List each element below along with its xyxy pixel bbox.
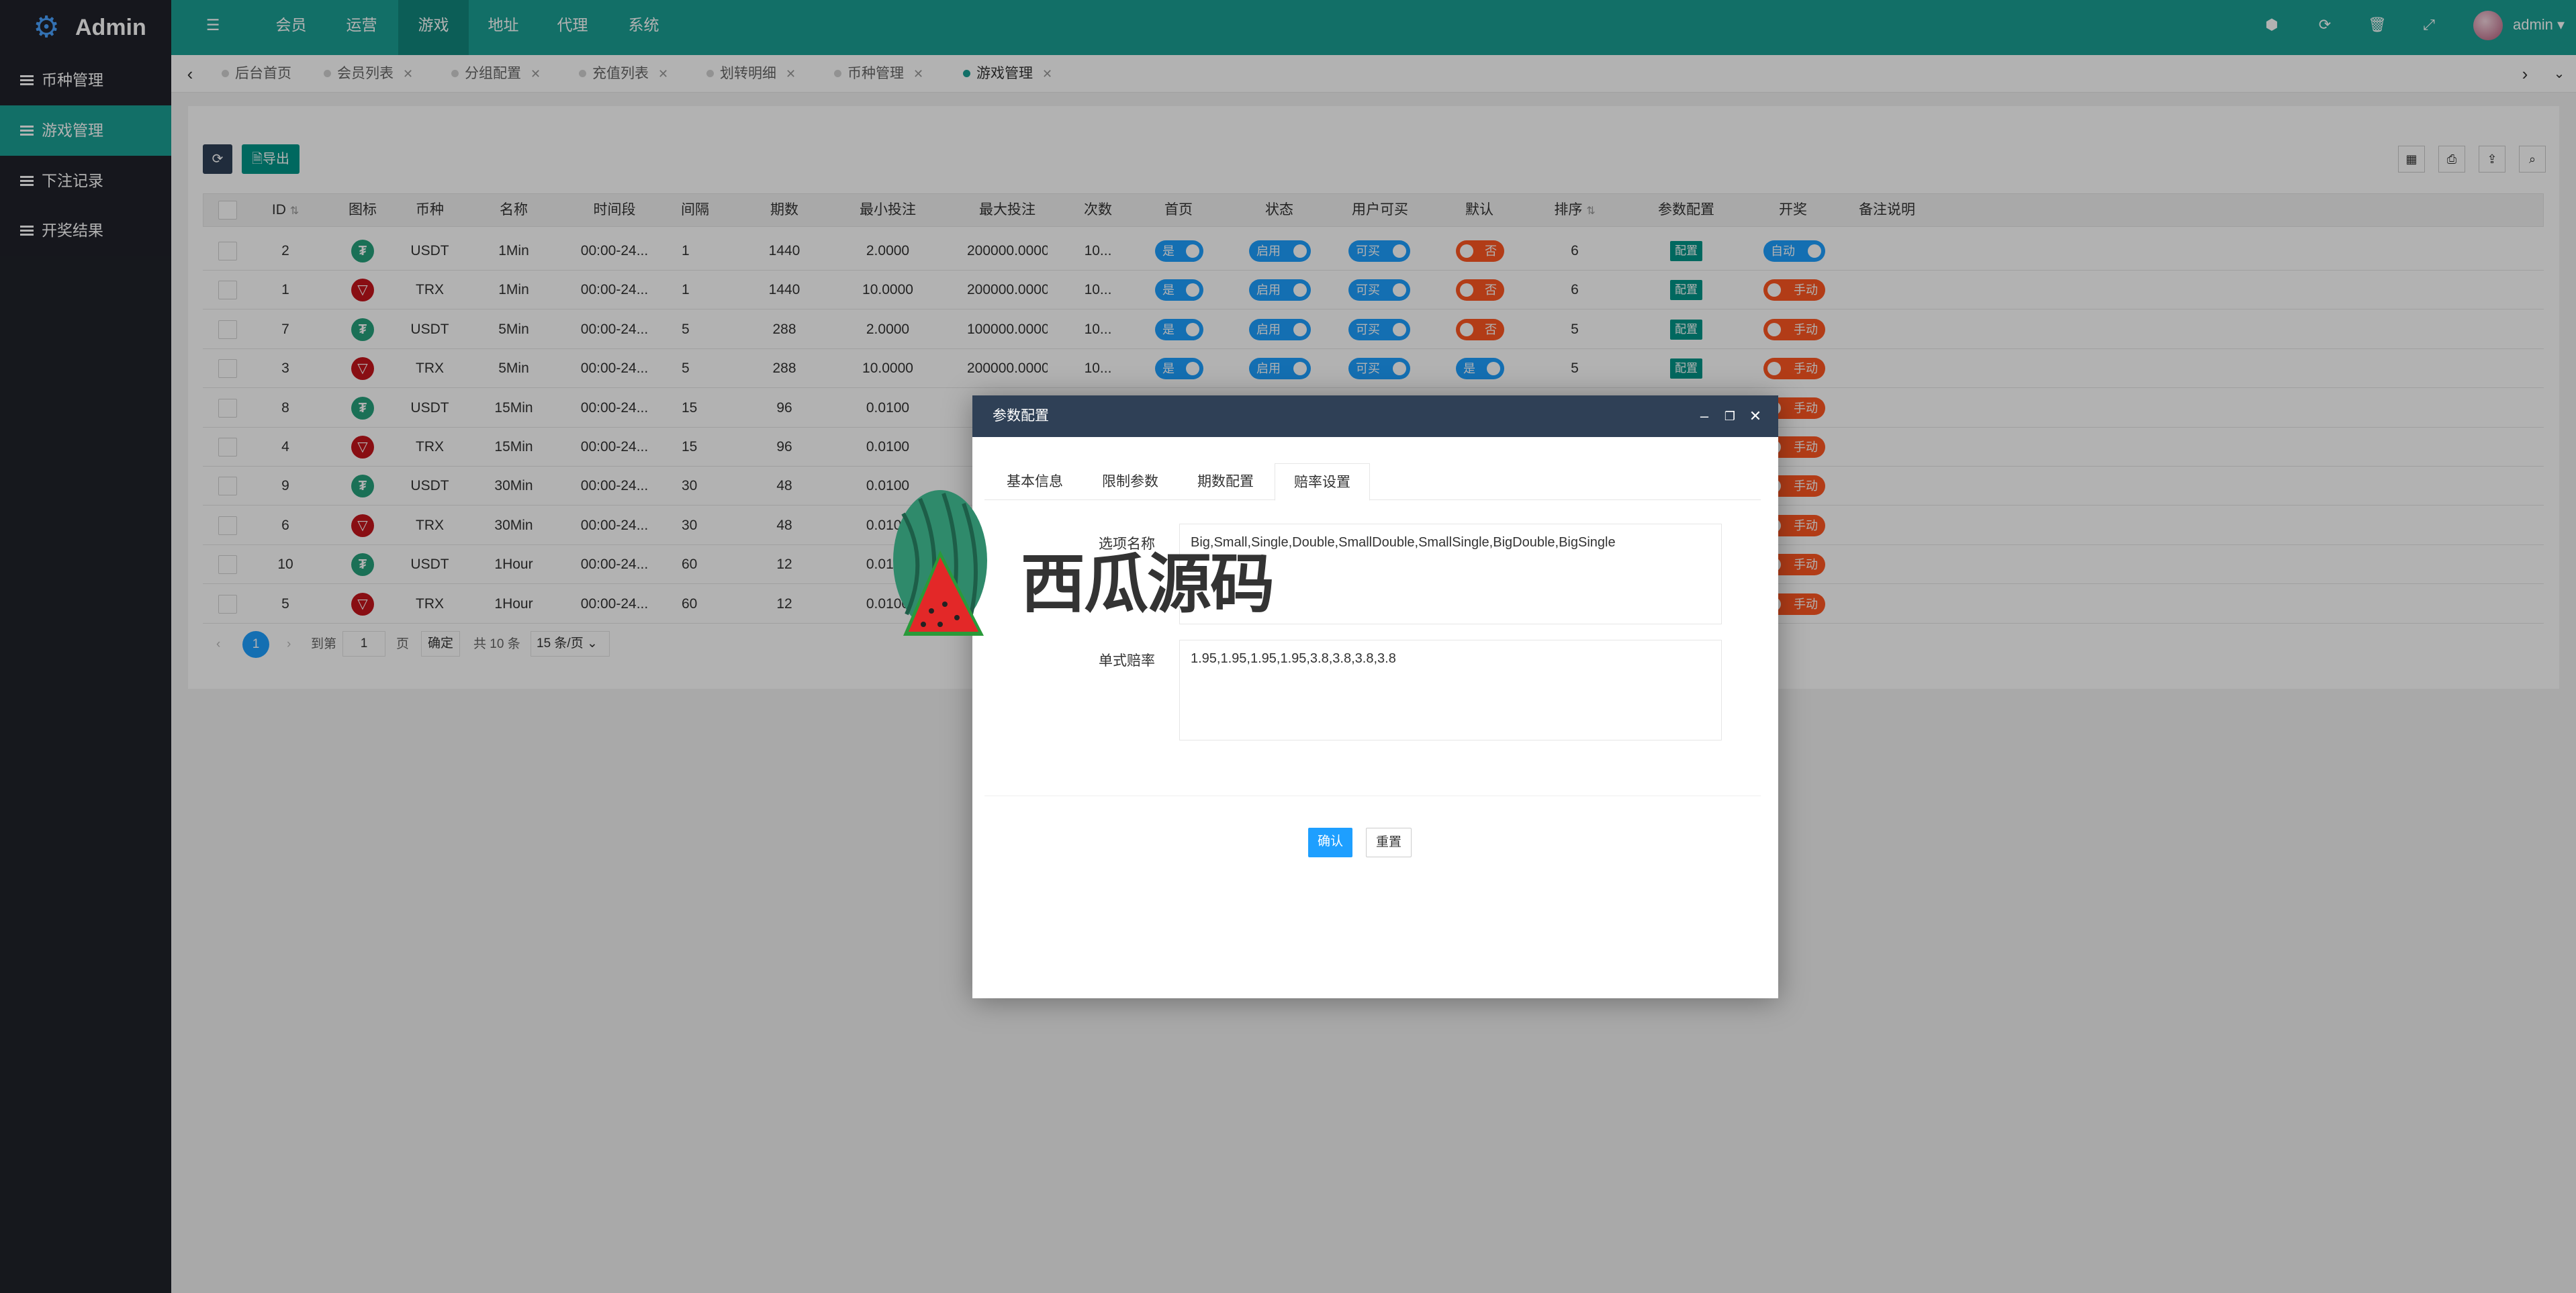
watermark-melon-icon	[893, 490, 987, 636]
maximize-icon[interactable]: ❐	[1718, 395, 1742, 437]
odds-textarea[interactable]: 1.95,1.95,1.95,1.95,3.8,3.8,3.8,3.8	[1179, 640, 1722, 740]
odds-label: 单式赔率	[1099, 653, 1155, 669]
close-icon[interactable]: ✕	[1743, 395, 1767, 437]
tab-limits[interactable]: 限制参数	[1089, 463, 1171, 500]
watermark-text: 西瓜源码	[1021, 546, 1275, 622]
reset-button[interactable]: 重置	[1366, 828, 1412, 857]
tab-basic-info[interactable]: 基本信息	[994, 463, 1076, 500]
confirm-button[interactable]: 确认	[1308, 828, 1352, 857]
tab-periods[interactable]: 期数配置	[1185, 463, 1267, 500]
tab-odds[interactable]: 赔率设置	[1275, 463, 1370, 501]
modal-title: 参数配置	[972, 395, 1778, 437]
minimize-icon[interactable]: –	[1692, 395, 1716, 437]
